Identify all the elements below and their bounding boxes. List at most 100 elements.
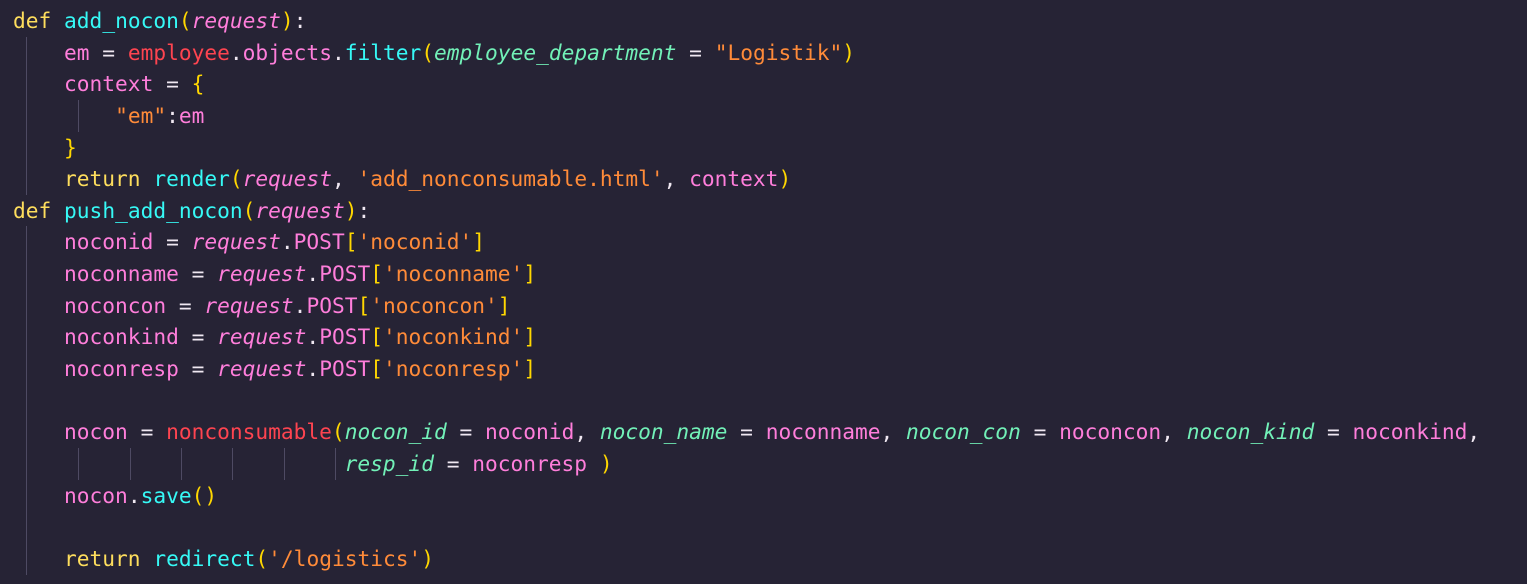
- code-line[interactable]: def push_add_nocon(request):: [13, 195, 1523, 227]
- code-token: noconresp: [64, 356, 179, 382]
- code-line[interactable]: return redirect('/logistics'): [13, 542, 1523, 575]
- code-token: ,: [1161, 419, 1187, 445]
- code-line[interactable]: context = {: [13, 68, 1523, 100]
- code-line[interactable]: noconname = request.POST['noconname']: [13, 258, 1523, 290]
- code-token: 'noconname': [382, 261, 524, 287]
- code-line[interactable]: noconkind = request.POST['noconkind']: [13, 321, 1523, 354]
- indent-guide: [26, 36, 27, 69]
- indent-guide: [26, 258, 27, 290]
- code-token: def: [13, 197, 52, 223]
- code-line[interactable]: "em":em: [13, 99, 1523, 132]
- code-token: [: [370, 356, 383, 382]
- indent-guide: [26, 163, 27, 195]
- indent-guide: [26, 321, 27, 354]
- code-token: =: [178, 261, 218, 287]
- code-line[interactable]: noconresp = request.POST['noconresp']: [13, 353, 1523, 385]
- code-token: ]: [472, 229, 486, 255]
- code-token: (: [421, 39, 435, 65]
- code-line[interactable]: em = employee.objects.filter(employee_de…: [13, 36, 1523, 69]
- code-token: nocon: [64, 482, 128, 508]
- code-line[interactable]: [13, 511, 1523, 543]
- code-token: ,: [1467, 419, 1481, 445]
- code-token: ): [842, 39, 856, 65]
- code-token: "Logistik": [714, 39, 843, 65]
- code-token: nocon_name: [599, 419, 728, 445]
- code-token: =: [676, 39, 715, 65]
- code-token: request: [204, 292, 294, 318]
- indent-guide: [26, 131, 27, 164]
- code-token: :: [357, 197, 371, 223]
- code-token: ,: [331, 166, 358, 192]
- indent-guide: [26, 68, 27, 100]
- code-token: nocon: [64, 419, 128, 445]
- code-token: (: [229, 166, 243, 192]
- code-token: return: [64, 166, 141, 192]
- code-token: =: [166, 292, 205, 318]
- code-token: noconcon: [1059, 419, 1162, 445]
- code-token: employee: [127, 39, 230, 65]
- code-token: ,: [663, 166, 690, 192]
- code-line[interactable]: return render(request, 'add_nonconsumabl…: [13, 163, 1523, 195]
- code-line[interactable]: }: [13, 131, 1523, 164]
- code-token: .: [127, 482, 141, 508]
- code-token: ]: [523, 324, 537, 350]
- code-token: noconid: [64, 229, 154, 255]
- code-token: :: [166, 102, 179, 128]
- code-token: save: [140, 482, 192, 508]
- code-token: request: [217, 324, 307, 350]
- code-line[interactable]: noconcon = request.POST['noconcon']: [13, 289, 1523, 322]
- code-token: ,: [574, 419, 600, 445]
- code-token: =: [1314, 419, 1353, 445]
- indent-guide: [26, 353, 27, 385]
- code-token: filter: [344, 39, 422, 65]
- code-token: 'noconresp': [382, 356, 524, 382]
- code-token: request: [191, 8, 281, 33]
- code-token: noconkind: [1352, 419, 1468, 445]
- code-line[interactable]: nocon = nonconsumable(nocon_id = noconid…: [13, 416, 1523, 448]
- code-token: [: [344, 229, 358, 255]
- code-editor[interactable]: def add_nocon(request): em = employee.ob…: [0, 0, 1527, 584]
- code-token: [: [370, 324, 383, 350]
- code-token: request: [255, 197, 345, 223]
- code-token: nonconsumable: [166, 419, 332, 445]
- code-token: ]: [523, 261, 537, 287]
- code-lines[interactable]: def add_nocon(request): em = employee.ob…: [13, 5, 1523, 575]
- indent-guide: [78, 447, 79, 480]
- code-token: .: [280, 229, 294, 255]
- code-line[interactable]: resp_id = noconresp ): [13, 447, 1523, 480]
- code-token: noconid: [485, 419, 575, 445]
- code-token: context: [689, 166, 779, 192]
- code-token: }: [64, 134, 77, 160]
- code-line[interactable]: noconid = request.POST['noconid']: [13, 226, 1523, 259]
- code-token: noconcon: [64, 292, 167, 318]
- indent-guide: [26, 447, 27, 480]
- code-token: {: [191, 71, 205, 97]
- code-token: (: [242, 197, 256, 223]
- code-token: nocon_id: [344, 419, 447, 445]
- indent-guide: [26, 99, 27, 132]
- indent-guide: [26, 511, 27, 543]
- code-token: .: [229, 39, 243, 65]
- code-token: ): [778, 166, 792, 192]
- code-token: objects: [242, 39, 332, 65]
- code-token: "em": [115, 102, 167, 128]
- code-token: .: [306, 261, 320, 287]
- code-token: noconkind: [64, 324, 179, 350]
- code-token: return: [64, 545, 141, 571]
- code-line[interactable]: [13, 384, 1523, 417]
- code-line[interactable]: nocon.save(): [13, 479, 1523, 512]
- indent-guide: [130, 447, 131, 480]
- indent-guide: [335, 447, 336, 480]
- code-token: noconname: [64, 261, 179, 287]
- code-line[interactable]: def add_nocon(request):: [13, 5, 1523, 37]
